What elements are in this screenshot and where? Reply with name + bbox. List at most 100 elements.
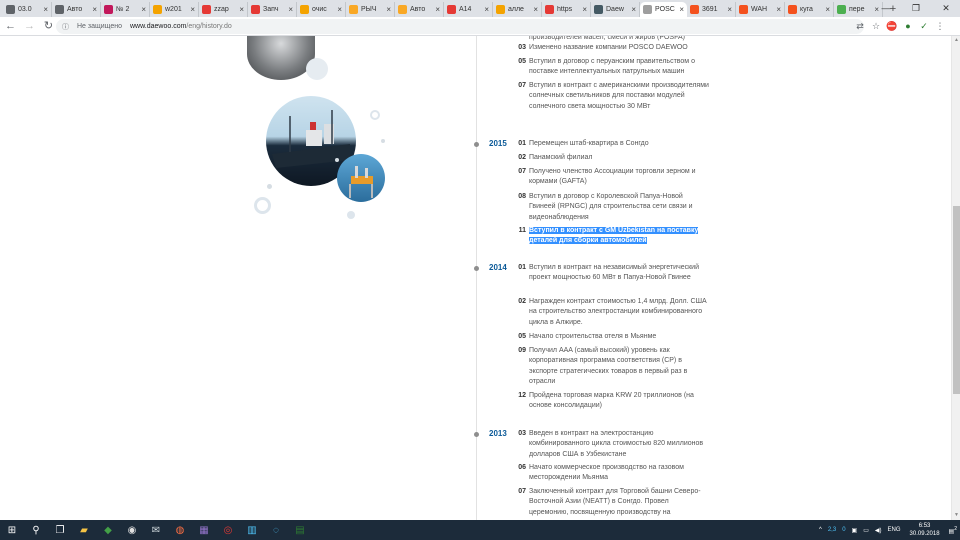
back-button[interactable]: ← (2, 18, 19, 35)
year-label: 2013 (489, 429, 507, 438)
browser-tab[interactable]: 03.0 × (3, 2, 52, 17)
tab-close-icon[interactable]: × (679, 5, 684, 14)
tab-close-icon[interactable]: × (190, 5, 195, 14)
tab-close-icon[interactable]: × (92, 5, 97, 14)
archive-icon[interactable]: ▦ (192, 520, 216, 540)
bookmark-star-icon[interactable]: ☆ (868, 18, 884, 35)
browser-tab[interactable]: POSC × (640, 2, 687, 17)
event-month: 11 (518, 227, 526, 234)
tab-close-icon[interactable]: × (43, 5, 48, 14)
browser-tab[interactable]: w201 × (150, 2, 199, 17)
media-icon[interactable]: ◆ (96, 520, 120, 540)
maximize-button[interactable]: ❐ (902, 0, 930, 17)
event-text: Вступил в контракт с американскими произ… (529, 82, 709, 110)
tab-title: куга (800, 6, 813, 13)
d-icon (104, 5, 113, 14)
browser-tab[interactable]: zzap × (199, 2, 248, 17)
minimize-button[interactable]: — (872, 0, 900, 17)
forward-button[interactable]: → (21, 18, 38, 35)
explorer-icon[interactable]: ▰ (72, 520, 96, 540)
globe-icon (55, 5, 64, 14)
tray-speed-indicator[interactable]: 2,3 (828, 527, 836, 533)
event-text-content: Начало строительства отеля в Мьянме (529, 333, 657, 340)
event-text-content: Начато коммерческое производство на газо… (529, 464, 684, 482)
volume-icon[interactable]: ◀) (875, 527, 882, 534)
timeline-dot (474, 266, 479, 271)
browser-tab[interactable]: Daew × (591, 2, 640, 17)
scrollbar-thumb[interactable] (953, 206, 960, 394)
tab-close-icon[interactable]: × (631, 5, 636, 14)
browser-tab[interactable]: WAH × (736, 2, 785, 17)
start-button[interactable]: ⊞ (0, 520, 24, 540)
scroll-down-arrow-icon[interactable]: ▼ (952, 511, 960, 520)
event-text: Получено членство Ассоциации торговли зе… (529, 167, 709, 188)
tab-close-icon[interactable]: × (727, 5, 732, 14)
tray-overflow-icon[interactable]: ^ (819, 527, 822, 533)
event-month: 07 (518, 168, 526, 175)
event-text-content: Вступил в контракт на независимый энерге… (529, 264, 700, 282)
notification-icon[interactable]: ▤2 (949, 526, 957, 535)
tab-close-icon[interactable]: × (435, 5, 440, 14)
browser-tab[interactable]: Запч × (248, 2, 297, 17)
tab-close-icon[interactable]: × (484, 5, 489, 14)
browser-tab[interactable]: 3691 × (687, 2, 736, 17)
scroll-up-arrow-icon[interactable]: ▲ (952, 36, 960, 45)
mail-icon[interactable]: ✉ (144, 520, 168, 540)
browser-tab[interactable]: очис × (297, 2, 346, 17)
close-window-button[interactable]: ✕ (932, 0, 960, 17)
event-text: Перемещен штаб-квартира в Сонгдо (529, 139, 709, 149)
tray-counter[interactable]: 0 (842, 527, 845, 533)
clock[interactable]: 6:53 30.09.2018 (910, 522, 940, 538)
tray-app-icon[interactable]: ▣ (852, 527, 858, 534)
car-icon (153, 5, 162, 14)
tab-close-icon[interactable]: × (141, 5, 146, 14)
tab-close-icon[interactable]: × (825, 5, 830, 14)
year-label: 2015 (489, 139, 507, 148)
menu-icon[interactable]: ⋮ (932, 18, 948, 35)
browser-tab[interactable]: Авто × (395, 2, 444, 17)
timeline-dot (474, 432, 479, 437)
selected-event-text: Вступил в контракт с GM Uzbekistan на по… (529, 226, 709, 247)
search-icon[interactable]: ⚲ (24, 520, 48, 540)
tab-title: POSC (655, 6, 675, 13)
network-icon[interactable]: ▭ (863, 527, 869, 534)
browser-tab[interactable]: № 2 × (101, 2, 150, 17)
chrome-icon[interactable]: ◉ (120, 520, 144, 540)
tab-close-icon[interactable]: × (288, 5, 293, 14)
security-label: Не защищено (77, 23, 122, 30)
browser-tab[interactable]: куга × (785, 2, 834, 17)
opera-icon[interactable]: ◎ (216, 520, 240, 540)
zz-icon (251, 5, 260, 14)
tab-close-icon[interactable]: × (239, 5, 244, 14)
tab-title: Запч (263, 6, 279, 13)
excel-icon[interactable]: ▤ (288, 520, 312, 540)
files-icon[interactable]: ▥ (240, 520, 264, 540)
event-text-content: Панамский филиал (529, 154, 593, 161)
lightning-icon (398, 5, 407, 14)
a-icon (545, 5, 554, 14)
tab-title: А14 (459, 6, 472, 13)
task-view-icon[interactable]: ❐ (48, 520, 72, 540)
tab-close-icon[interactable]: × (533, 5, 538, 14)
extension-block-icon[interactable]: ⛔ (884, 18, 900, 35)
browser-tab[interactable]: РЫЧ × (346, 2, 395, 17)
language-indicator[interactable]: ENG (888, 527, 901, 533)
tab-close-icon[interactable]: × (386, 5, 391, 14)
extension-green-icon[interactable]: ● (900, 18, 916, 35)
firefox-icon[interactable]: ◍ (168, 520, 192, 540)
page-scrollbar[interactable]: ▲ ▼ (951, 36, 960, 520)
browser-tab[interactable]: А14 × (444, 2, 493, 17)
browser-tab[interactable]: https × (542, 2, 591, 17)
browser-tab[interactable]: Авто × (52, 2, 101, 17)
event-text: Получил AAA (самый высокий) уровень как … (529, 346, 709, 387)
tab-close-icon[interactable]: × (776, 5, 781, 14)
browser-tab[interactable]: алле × (493, 2, 542, 17)
tab-close-icon[interactable]: × (582, 5, 587, 14)
info-icon[interactable]: ⓘ (62, 22, 69, 32)
extension-check-icon[interactable]: ✓ (916, 18, 932, 35)
address-bar[interactable]: ⓘ Не защищено www.daewoo.com/eng/history… (56, 19, 864, 34)
globe-icon[interactable]: ◌ (264, 520, 288, 540)
translate-icon[interactable]: ⇄ (852, 18, 868, 35)
tab-close-icon[interactable]: × (337, 5, 342, 14)
reload-button[interactable]: ↻ (40, 18, 57, 35)
